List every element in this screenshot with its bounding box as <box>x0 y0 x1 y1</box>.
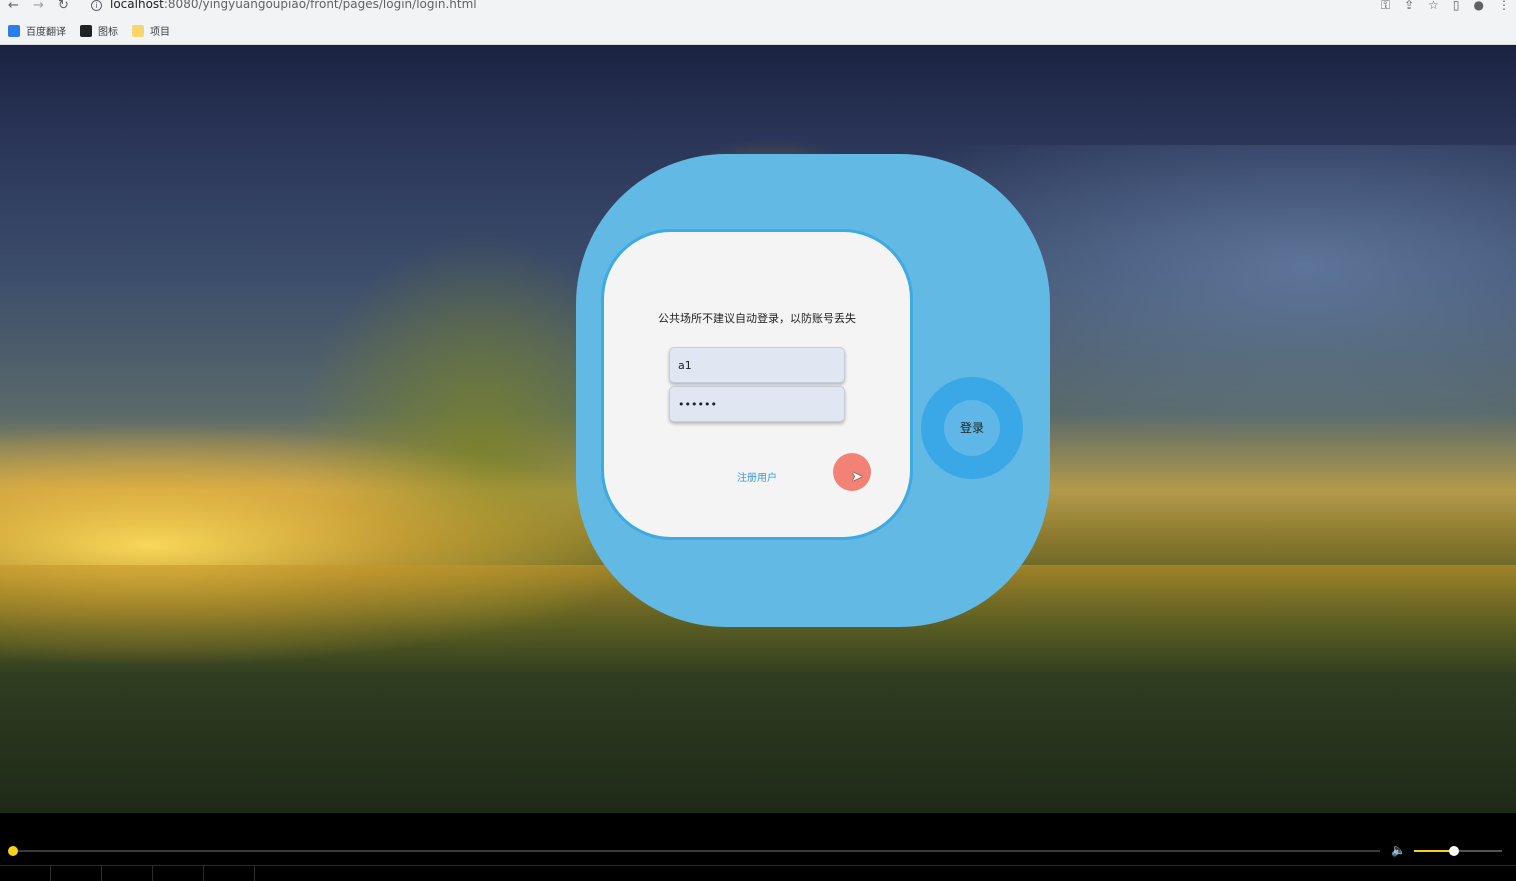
login-notice: 公共场所不建议自动登录，以防账号丢失 <box>658 312 856 325</box>
bookmark-item[interactable]: 项目 <box>132 23 170 38</box>
site-info-icon[interactable]: i <box>91 0 102 11</box>
back-icon[interactable]: ← <box>8 0 19 13</box>
reload-icon[interactable]: ↻ <box>58 0 69 13</box>
bookmark-label: 图标 <box>98 27 118 38</box>
register-link[interactable]: 注册用户 <box>720 469 794 484</box>
bookmark-label: 百度翻译 <box>26 27 66 38</box>
menu-icon[interactable]: ⋮ <box>1498 0 1510 13</box>
image-icon <box>80 24 92 37</box>
password-input[interactable] <box>669 386 845 422</box>
progress-knob[interactable] <box>8 846 18 856</box>
bookmark-item[interactable]: 百度翻译 <box>8 23 66 38</box>
player-tab[interactable] <box>0 866 51 881</box>
player-tab[interactable] <box>204 866 255 881</box>
key-icon[interactable]: ⚿ <box>1381 0 1390 13</box>
browser-toolbar-icons: ⚿ ⇪ ☆ ▯ ● ⋮ <box>1381 0 1510 13</box>
volume-icon[interactable]: 🔈 <box>1391 843 1406 857</box>
share-icon[interactable]: ⇪ <box>1404 0 1414 13</box>
profile-icon[interactable]: ● <box>1474 0 1484 13</box>
player-tab[interactable] <box>102 866 153 881</box>
player-tab[interactable] <box>153 866 204 881</box>
forward-icon[interactable]: → <box>33 0 44 13</box>
volume-knob[interactable] <box>1449 846 1459 856</box>
address-bar[interactable]: localhost:8080/yingyuangoupiao/front/pag… <box>110 0 477 11</box>
login-card-inner <box>601 229 913 540</box>
translate-icon <box>8 24 20 37</box>
player-tab-strip <box>0 865 1516 881</box>
mouse-cursor-icon: ➤ <box>851 469 863 485</box>
progress-track[interactable] <box>12 850 1380 852</box>
volume-fill <box>1414 850 1454 852</box>
username-input[interactable] <box>669 347 845 383</box>
folder-icon <box>132 24 144 37</box>
browser-nav-row: ← → ↻ i localhost:8080/yingyuangoupiao/f… <box>0 0 1516 14</box>
url-host: localhost <box>110 0 164 11</box>
login-button[interactable]: 登录 <box>944 400 1000 456</box>
side-panel-icon[interactable]: ▯ <box>1453 0 1460 13</box>
player-tab[interactable] <box>51 866 102 881</box>
bookmarks-bar: 百度翻译 图标 项目 <box>8 23 170 38</box>
browser-chrome: ← → ↻ i localhost:8080/yingyuangoupiao/f… <box>0 0 1516 45</box>
video-player-bar: 🔈 <box>0 813 1516 881</box>
bookmark-item[interactable]: 图标 <box>80 23 118 38</box>
url-path: :8080/yingyuangoupiao/front/pages/login/… <box>163 0 477 11</box>
star-icon[interactable]: ☆ <box>1428 0 1439 13</box>
bookmark-label: 项目 <box>150 27 170 38</box>
